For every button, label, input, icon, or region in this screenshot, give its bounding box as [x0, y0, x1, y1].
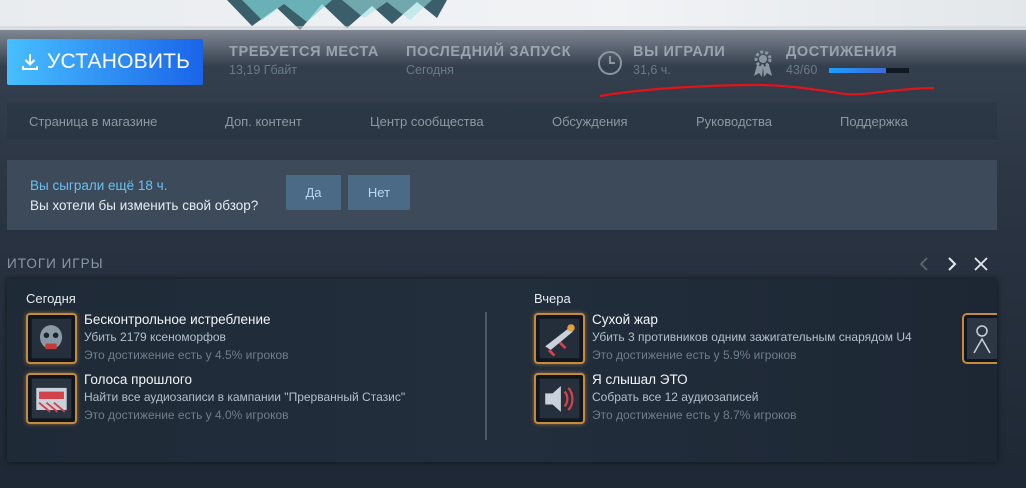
- achievement-tape-icon: [26, 373, 77, 424]
- subnav-dlc[interactable]: Доп. контент: [225, 114, 302, 129]
- clock-icon: [598, 51, 622, 75]
- stat-value: Сегодня: [406, 63, 454, 77]
- subnav-guides[interactable]: Руководства: [696, 114, 772, 129]
- game-subnav: Страница в магазине Доп. контент Центр с…: [7, 101, 997, 141]
- summary-panel: Сегодня Вчера Бесконтрольное истребление…: [7, 279, 997, 462]
- review-yes-button[interactable]: Да: [286, 175, 341, 210]
- achievement-rarity: Это достижение есть у 4.0% игроков: [84, 408, 289, 422]
- download-icon: [22, 54, 38, 70]
- achievement-rarity: Это достижение есть у 5.9% игроков: [592, 348, 797, 362]
- achievement-rarity: Это достижение есть у 4.5% игроков: [84, 348, 289, 362]
- achievement-name: Сухой жар: [592, 312, 658, 327]
- close-icon[interactable]: [972, 255, 990, 273]
- red-annotation-underline: [599, 83, 935, 98]
- achievement-name: Я слышал ЭТО: [592, 372, 688, 387]
- subnav-community-hub[interactable]: Центр сообщества: [370, 114, 484, 129]
- install-label: УСТАНОВИТЬ: [47, 50, 191, 73]
- subnav-store-page[interactable]: Страница в магазине: [29, 114, 157, 129]
- achievement-progress-bar: [829, 68, 909, 73]
- achievement-gear-icon: [754, 50, 772, 77]
- achievement-flamethrower-icon: [534, 313, 585, 364]
- review-prompt: Вы сыграли ещё 18 ч. Вы хотели бы измени…: [7, 160, 997, 230]
- review-question: Вы хотели бы изменить свой обзор?: [30, 198, 259, 213]
- achievement-skull-icon: [26, 313, 77, 364]
- review-no-button[interactable]: Нет: [348, 175, 410, 210]
- review-playtime-note: Вы сыграли ещё 18 ч.: [30, 178, 168, 193]
- day-divider: [485, 312, 487, 440]
- stat-title: ДОСТИЖЕНИЯ: [786, 44, 898, 60]
- stat-playtime: ВЫ ИГРАЛИ 31,6 ч.: [633, 44, 725, 77]
- achievement-desc: Убить 2179 ксеноморфов: [84, 330, 226, 344]
- achievement-desc: Найти все аудиозаписи в кампании "Прерва…: [84, 390, 406, 404]
- achievement-progress-fill: [829, 68, 887, 73]
- game-library-page: УСТАНОВИТЬ ТРЕБУЕТСЯ МЕСТА 13,19 Гбайт П…: [0, 0, 1026, 488]
- stat-title: ВЫ ИГРАЛИ: [633, 44, 726, 60]
- stat-title: ТРЕБУЕТСЯ МЕСТА: [229, 44, 380, 60]
- stat-last-launch: ПОСЛЕДНИЙ ЗАПУСК Сегодня: [406, 44, 571, 77]
- achievement-name: Голоса прошлого: [84, 372, 192, 387]
- subnav-support[interactable]: Поддержка: [840, 114, 908, 129]
- day-label-today: Сегодня: [26, 291, 76, 306]
- stat-title: ПОСЛЕДНИЙ ЗАПУСК: [406, 44, 572, 60]
- summary-title: ИТОГИ ИГРЫ: [7, 256, 104, 271]
- day-label-yesterday: Вчера: [534, 291, 571, 306]
- achievement-name: Бесконтрольное истребление: [84, 312, 271, 327]
- achievement-desc: Убить 3 противников одним зажигательным …: [592, 330, 912, 344]
- stat-disk-space: ТРЕБУЕТСЯ МЕСТА 13,19 Гбайт: [229, 44, 379, 77]
- achievement-partial-icon[interactable]: [962, 313, 997, 364]
- achievement-desc: Собрать все 12 аудиозаписей: [592, 390, 759, 404]
- stat-value: 13,19 Гбайт: [229, 63, 298, 77]
- achievement-rarity: Это достижение есть у 8.7% игроков: [592, 408, 797, 422]
- stat-value: 31,6 ч.: [633, 63, 671, 77]
- subnav-discussions[interactable]: Обсуждения: [552, 114, 628, 129]
- chevron-left-icon[interactable]: [916, 255, 934, 273]
- chevron-right-icon[interactable]: [943, 255, 961, 273]
- install-button[interactable]: УСТАНОВИТЬ: [7, 39, 203, 85]
- achievement-speaker-icon: [534, 373, 585, 424]
